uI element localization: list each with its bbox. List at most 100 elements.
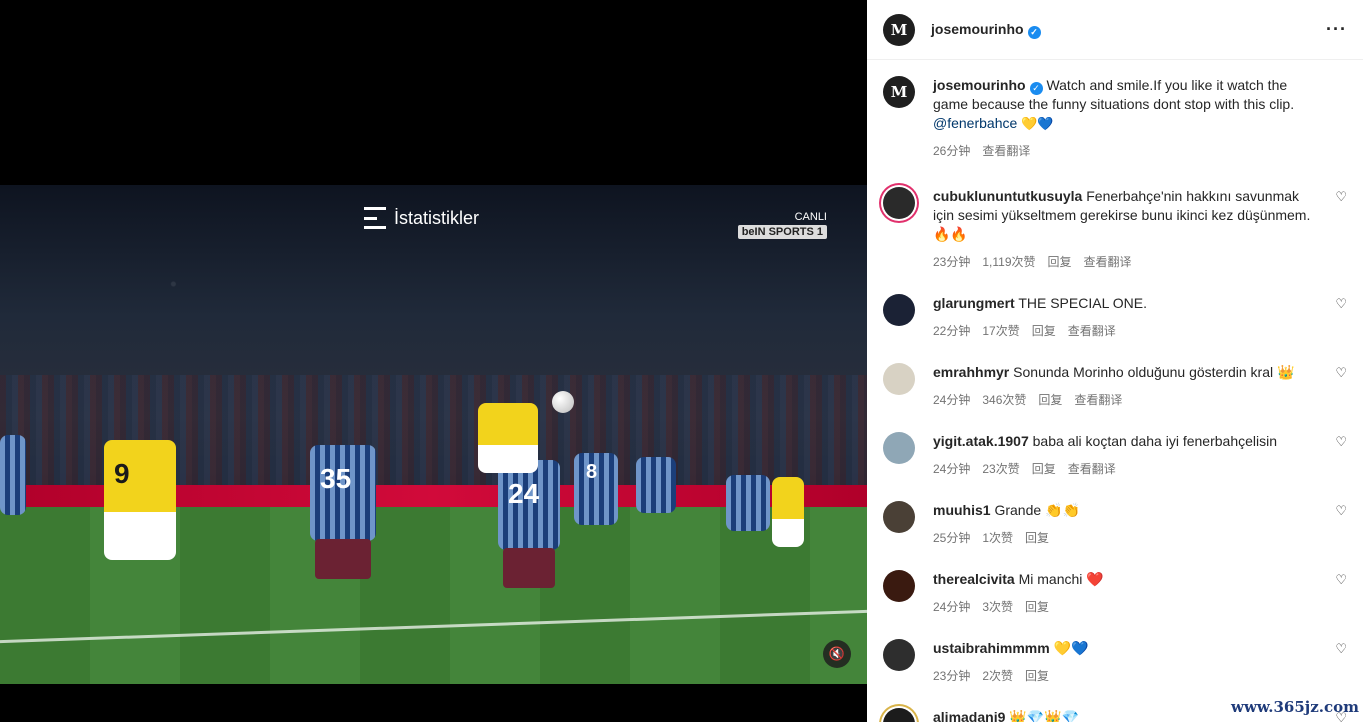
commenter-username[interactable]: yigit.atak.1907 xyxy=(933,433,1029,449)
reply-button[interactable]: 回复 xyxy=(1032,460,1056,477)
comment-row: emrahhmyr Sonunda Morinho olduğunu göste… xyxy=(883,363,1347,408)
stats-menu-icon xyxy=(364,207,386,229)
commenter-username[interactable]: ustaibrahimmmm xyxy=(933,640,1050,656)
comment-body: emrahhmyr Sonunda Morinho olduğunu göste… xyxy=(933,363,1347,408)
like-heart-icon[interactable]: ♡ xyxy=(1335,434,1347,450)
comment-content: baba ali koçtan daha iyi fenerbahçelisin xyxy=(1032,433,1278,449)
comment-likes[interactable]: 1次赞 xyxy=(982,529,1013,546)
author-username[interactable]: josemourinho ✓ xyxy=(931,21,1041,39)
comment-likes[interactable]: 23次赞 xyxy=(982,460,1019,477)
comment-meta: 24分钟 23次赞 回复 查看翻译 xyxy=(933,460,1319,477)
player-shorts xyxy=(502,548,556,588)
like-heart-icon[interactable]: ♡ xyxy=(1335,641,1347,657)
comment-content: THE SPECIAL ONE. xyxy=(1018,295,1147,311)
like-heart-icon[interactable]: ♡ xyxy=(1335,572,1347,588)
comment-content: Grande 👏👏 xyxy=(994,502,1080,518)
player-blue xyxy=(726,475,770,531)
comment-body: therealcivita Mi manchi ❤️ 24分钟 3次赞 回复 xyxy=(933,570,1347,615)
commenter-username[interactable]: emrahhmyr xyxy=(933,364,1009,380)
comment-likes[interactable]: 1,119次赞 xyxy=(982,253,1035,270)
see-translation-link[interactable]: 查看翻译 xyxy=(1068,322,1116,339)
commenter-avatar[interactable] xyxy=(883,708,915,722)
player-number: 24 xyxy=(508,478,540,509)
mute-button[interactable]: 🔇 xyxy=(823,640,851,668)
watermark: www.365jz.com xyxy=(1231,698,1359,716)
verified-badge-icon: ✓ xyxy=(1027,25,1041,39)
channel-label: beIN SPORTS 1 xyxy=(737,225,827,239)
see-translation-link[interactable]: 查看翻译 xyxy=(982,142,1030,159)
like-heart-icon[interactable]: ♡ xyxy=(1335,296,1347,312)
reply-button[interactable]: 回复 xyxy=(1025,529,1049,546)
commenter-username[interactable]: therealcivita xyxy=(933,571,1015,587)
comment-meta: 24分钟 3次赞 回复 xyxy=(933,598,1319,615)
stats-overlay: İstatistikler xyxy=(364,207,479,229)
commenter-username[interactable]: alimadani9 xyxy=(933,709,1005,722)
commenter-username[interactable]: glarungmert xyxy=(933,295,1015,311)
football xyxy=(552,391,574,413)
comments-list[interactable]: M josemourinho ✓ Watch and smile.If you l… xyxy=(867,60,1363,722)
comment-time: 23分钟 xyxy=(933,669,971,683)
reply-button[interactable]: 回复 xyxy=(1048,253,1072,270)
comment-text: muuhis1 Grande 👏👏 xyxy=(933,501,1319,520)
comment-text: yigit.atak.1907 baba ali koçtan daha iyi… xyxy=(933,432,1319,451)
player-number: 35 xyxy=(320,463,352,494)
comment-row: muuhis1 Grande 👏👏 25分钟 1次赞 回复 ♡ xyxy=(883,501,1347,546)
comment-time: 22分钟 xyxy=(933,324,971,338)
comment-content: 👑💎👑💎 xyxy=(1009,709,1079,722)
see-translation-link[interactable]: 查看翻译 xyxy=(1074,391,1122,408)
post-side-panel: M josemourinho ✓ ··· M josemourinho ✓ Watc… xyxy=(867,0,1363,722)
author-avatar[interactable]: M xyxy=(883,13,915,46)
comment-time: 24分钟 xyxy=(933,393,971,407)
comment-time: 24分钟 xyxy=(933,600,971,614)
comment-meta: 25分钟 1次赞 回复 xyxy=(933,529,1319,546)
caption-avatar[interactable]: M xyxy=(883,76,915,108)
comment-body: glarungmert THE SPECIAL ONE. 22分钟 17次赞 回复 查看… xyxy=(933,294,1347,339)
more-horizontal-icon[interactable]: ··· xyxy=(1326,19,1347,40)
commenter-avatar[interactable] xyxy=(883,639,915,671)
post-header: M josemourinho ✓ ··· xyxy=(867,0,1363,60)
reply-button[interactable]: 回复 xyxy=(1032,322,1056,339)
mention-link[interactable]: @fenerbahce xyxy=(933,115,1017,131)
live-badge: CANLI beIN SPORTS 1 xyxy=(737,211,827,239)
reply-button[interactable]: 回复 xyxy=(1025,598,1049,615)
commenter-username[interactable]: cubuklununtutkusuyla xyxy=(933,188,1082,204)
player-number: 9 xyxy=(114,458,130,489)
commenter-avatar[interactable] xyxy=(883,501,915,533)
like-heart-icon[interactable]: ♡ xyxy=(1335,365,1347,381)
comment-likes[interactable]: 2次赞 xyxy=(982,667,1013,684)
reply-button[interactable]: 回复 xyxy=(1038,391,1062,408)
commenter-avatar[interactable] xyxy=(883,432,915,464)
caption-body: josemourinho ✓ Watch and smile.If you lik… xyxy=(933,76,1347,159)
player-blue-35: 35 xyxy=(310,445,376,579)
commenter-avatar[interactable] xyxy=(883,187,915,219)
comment-likes[interactable]: 346次赞 xyxy=(982,391,1026,408)
comment-body: ustaibrahimmmm 💛💙 23分钟 2次赞 回复 xyxy=(933,639,1347,684)
player-yellow-66 xyxy=(772,477,804,547)
player-number: 8 xyxy=(586,461,598,483)
commenter-avatar[interactable] xyxy=(883,363,915,395)
speaker-muted-icon: 🔇 xyxy=(828,646,846,661)
comment-time: 24分钟 xyxy=(933,462,971,476)
post-caption: M josemourinho ✓ Watch and smile.If you l… xyxy=(883,76,1347,159)
commenter-username[interactable]: muuhis1 xyxy=(933,502,991,518)
comment-meta: 22分钟 17次赞 回复 查看翻译 xyxy=(933,322,1319,339)
comment-content: 💛💙 xyxy=(1053,640,1089,656)
see-translation-link[interactable]: 查看翻译 xyxy=(1068,460,1116,477)
like-heart-icon[interactable]: ♡ xyxy=(1335,503,1347,519)
player-yellow-header xyxy=(478,403,538,473)
reply-button[interactable]: 回复 xyxy=(1025,667,1049,684)
comment-time: 25分钟 xyxy=(933,531,971,545)
comment-container: cubuklununtutkusuyla Fenerbahçe'nin hakk… xyxy=(883,187,1347,722)
comment-likes[interactable]: 17次赞 xyxy=(982,322,1019,339)
commenter-avatar[interactable] xyxy=(883,294,915,326)
video-player[interactable]: İstatistikler CANLI beIN SPORTS 1 9 35 2… xyxy=(0,185,867,684)
comment-row: cubuklununtutkusuyla Fenerbahçe'nin hakk… xyxy=(883,187,1347,270)
see-translation-link[interactable]: 查看翻译 xyxy=(1084,253,1132,270)
comment-likes[interactable]: 3次赞 xyxy=(982,598,1013,615)
like-heart-icon[interactable]: ♡ xyxy=(1335,189,1347,205)
comment-body: cubuklununtutkusuyla Fenerbahçe'nin hakk… xyxy=(933,187,1347,270)
commenter-avatar[interactable] xyxy=(883,570,915,602)
comment-row: therealcivita Mi manchi ❤️ 24分钟 3次赞 回复 ♡ xyxy=(883,570,1347,615)
player-blue-5 xyxy=(636,457,676,513)
caption-username[interactable]: josemourinho xyxy=(933,77,1026,93)
